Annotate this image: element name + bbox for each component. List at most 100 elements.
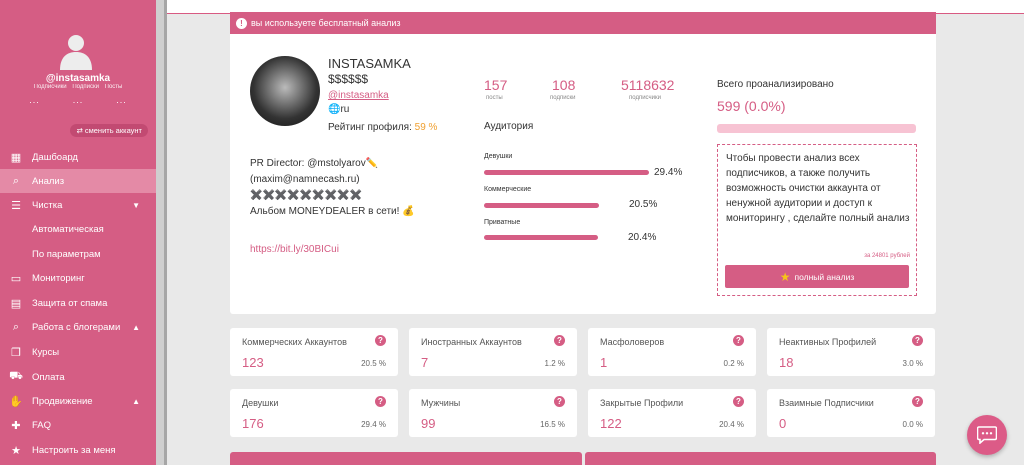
nav-promotion[interactable]: ✋ Продвижение ▲ — [0, 389, 156, 413]
stat-value: 18 — [779, 355, 794, 370]
puzzle-icon: ✚ — [11, 419, 21, 432]
cart-icon: ⛟ — [9, 370, 23, 382]
nav-faq[interactable]: ✚ FAQ — [0, 413, 156, 437]
audience-percent: 29.4% — [654, 167, 683, 178]
followers-value: ... — [29, 95, 40, 105]
card-icon: ▭ — [10, 272, 22, 285]
nav-by-params[interactable]: По параметрам — [0, 242, 156, 266]
stat-label: Масфоловеров — [600, 337, 665, 347]
switch-icon: ⇄ — [76, 126, 83, 135]
nav-analysis[interactable]: ⌕ Анализ — [0, 169, 156, 193]
globe-icon: 🌐 — [328, 104, 341, 115]
bio-line: PR Director: @mstolyarov✏️ — [250, 158, 379, 169]
posts-count-label: посты — [486, 95, 503, 101]
exclamation-icon: ! — [236, 17, 247, 29]
handshake-icon: ✋ — [9, 395, 23, 408]
stat-card-foreign: Иностранных Аккаунтов ? 7 1.2 % — [409, 328, 577, 376]
stat-percent: 1.2 % — [544, 359, 565, 368]
help-icon[interactable]: ? — [375, 335, 386, 346]
stat-value: 1 — [600, 355, 608, 370]
sidebar-scrollbar[interactable] — [156, 0, 164, 465]
action-button-right[interactable] — [585, 452, 936, 465]
nav-automatic[interactable]: Автоматическая — [0, 217, 156, 241]
profile-handle-link[interactable]: @instasamka — [328, 90, 389, 101]
stat-label: Иностранных Аккаунтов — [421, 337, 522, 347]
stat-value: 176 — [242, 416, 264, 431]
nav-label: Работа с блогерами — [32, 321, 121, 333]
full-analysis-button[interactable]: ★ полный анализ — [725, 265, 909, 288]
followers-count-label: подписчики — [629, 95, 661, 101]
copy-icon: ❐ — [11, 346, 21, 359]
help-icon[interactable]: ? — [554, 335, 565, 346]
posts-value: ... — [116, 95, 127, 105]
audience-bar — [484, 203, 599, 208]
chevron-up-icon: ▲ — [132, 322, 140, 332]
full-analysis-label: полный анализ — [794, 271, 855, 282]
nav-label: Настроить за меня — [32, 444, 116, 456]
help-icon[interactable]: ? — [733, 396, 744, 407]
nav-bloggers[interactable]: ⌕ Работа с блогерами ▲ — [0, 315, 156, 339]
nav-setup-for-me[interactable]: ★ Настроить за меня — [0, 438, 156, 462]
chat-icon — [977, 426, 997, 444]
profile-subtitle: $$$$$$ — [328, 72, 369, 86]
stat-percent: 20.4 % — [719, 420, 744, 429]
following-value: ... — [72, 95, 84, 105]
stat-card-commercial: Коммерческих Аккаунтов ? 123 20.5 % — [230, 328, 398, 376]
stat-value: 122 — [600, 416, 622, 431]
action-button-left[interactable] — [230, 452, 582, 465]
audience-title: Аудитория — [484, 121, 534, 132]
help-icon[interactable]: ? — [554, 396, 565, 407]
profile-language: 🌐ru — [328, 104, 349, 115]
stat-card-mutual: Взаимные Подписчики ? 0 0.0 % — [767, 389, 935, 437]
stat-card-massfollowers: Масфоловеров ? 1 0.2 % — [588, 328, 756, 376]
profile-external-link[interactable]: https://bit.ly/30BICui — [250, 244, 339, 255]
help-icon[interactable]: ? — [912, 396, 923, 407]
nav-label: Дашбоард — [32, 151, 78, 163]
change-account-button[interactable]: ⇄ сменить аккаунт — [70, 124, 148, 137]
nav-spam-protection[interactable]: ▤ Защита от спама — [0, 291, 156, 315]
stat-percent: 0.0 % — [902, 420, 923, 429]
help-icon[interactable]: ? — [912, 335, 923, 346]
followers-label: Подписчики — [33, 84, 67, 90]
audience-label: Девушки — [484, 153, 513, 160]
audience-bar — [484, 235, 598, 240]
shield-file-icon: ▤ — [10, 297, 22, 310]
total-analyzed-progress — [717, 124, 916, 133]
profile-bio: PR Director: @mstolyarov✏️ (maxim@namnec… — [250, 156, 415, 220]
stat-label: Коммерческих Аккаунтов — [242, 337, 347, 347]
language-code: ru — [340, 104, 350, 115]
help-icon[interactable]: ? — [733, 335, 744, 346]
help-icon[interactable]: ? — [375, 396, 386, 407]
total-analyzed-label: Всего проанализировано — [717, 79, 834, 90]
nav-courses[interactable]: ❐ Курсы — [0, 340, 156, 364]
stat-value: 99 — [421, 416, 436, 431]
nav-cleaning[interactable]: ☰ Чистка ▼ — [0, 193, 156, 217]
stat-percent: 3.0 % — [902, 359, 923, 368]
nav-label: По параметрам — [32, 248, 101, 260]
stat-label: Закрытые Профили — [600, 398, 684, 408]
nav-payment[interactable]: ⛟ Оплата — [0, 365, 156, 389]
audience-bar — [484, 170, 649, 175]
search-user-icon: ⌕ — [12, 320, 20, 333]
bio-line: Альбом MONEYDEALER в сети! 💰 — [250, 206, 415, 217]
sidebar-stat-labels: Подписчики Подписки Посты — [0, 84, 156, 90]
chat-button[interactable] — [967, 415, 1007, 455]
posts-label: Посты — [104, 84, 123, 90]
nav-label: Оплата — [32, 371, 65, 383]
banner-text: вы используете бесплатный анализ — [251, 18, 401, 28]
nav-label: FAQ — [32, 419, 52, 431]
nav-dashboard[interactable]: ▦ Дашбоард — [0, 145, 156, 169]
chevron-up-icon: ▲ — [132, 396, 140, 406]
nav-monitoring[interactable]: ▭ Мониторинг — [0, 266, 156, 290]
profile-name: INSTASAMKA — [328, 56, 411, 71]
stat-percent: 29.4 % — [361, 420, 386, 429]
nav-label: Курсы — [32, 346, 60, 358]
nav-label: Защита от спама — [32, 297, 108, 309]
divider — [164, 0, 167, 465]
stat-value: 7 — [421, 355, 429, 370]
nav-label: Мониторинг — [32, 272, 85, 284]
stat-percent: 20.5 % — [361, 359, 386, 368]
offer-text: Чтобы провести анализ всех подписчиков, … — [726, 153, 910, 224]
audience-label: Коммерческие — [484, 186, 532, 193]
nav-label: Анализ — [32, 175, 65, 187]
